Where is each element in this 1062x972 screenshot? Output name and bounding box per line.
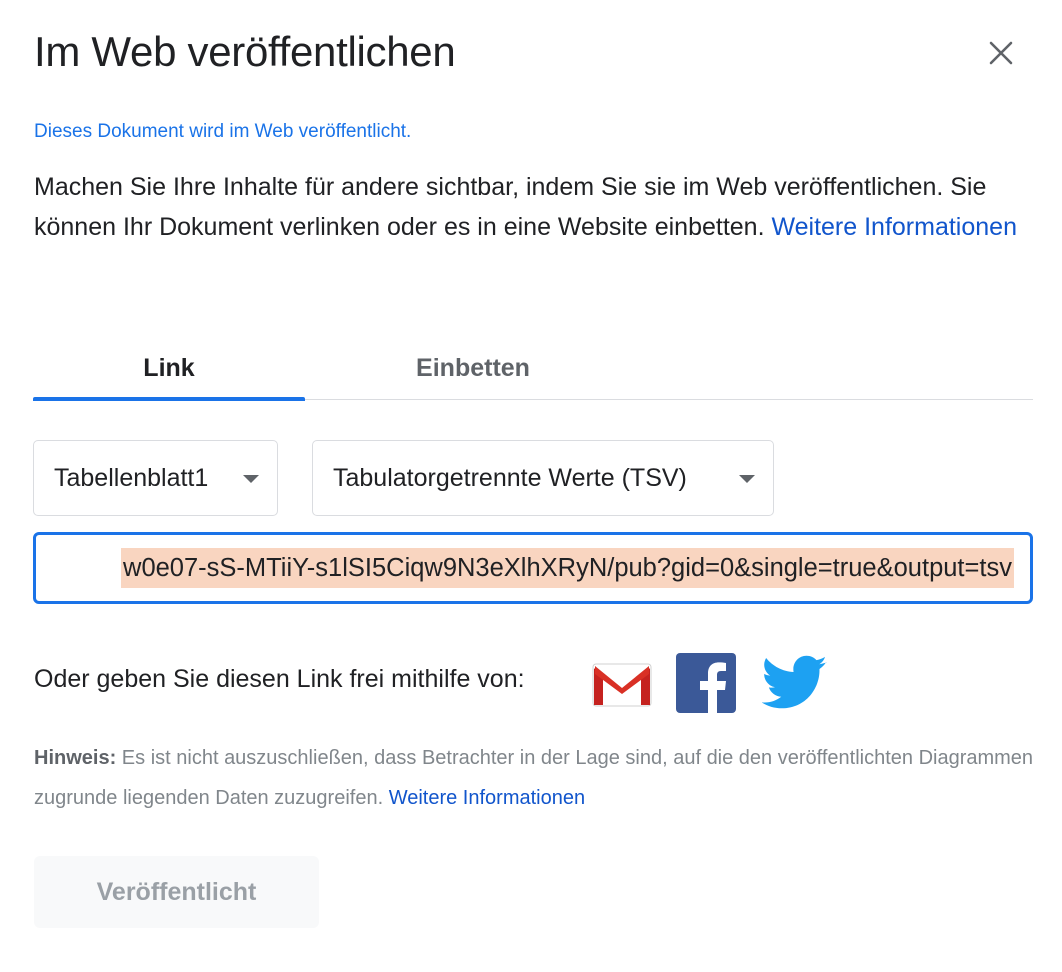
sheet-select-value: Tabellenblatt1 [54, 463, 209, 492]
format-select-value: Tabulatorgetrennte Werte (TSV) [333, 463, 687, 492]
tab-bar: Link Einbetten [33, 338, 1033, 401]
gmail-icon[interactable] [591, 660, 653, 708]
tab-link-label: Link [143, 354, 195, 382]
published-url-field[interactable]: w0e07-sS-MTiiY-s1lSI5Ciqw9N3eXlhXRyN/pub… [33, 532, 1033, 604]
share-label: Oder geben Sie diesen Link frei mithilfe… [34, 665, 525, 693]
close-icon [989, 41, 1013, 65]
tab-link[interactable]: Link [33, 338, 305, 399]
facebook-icon[interactable] [676, 653, 736, 713]
note-text: Hinweis: Es ist nicht auszuschließen, da… [34, 739, 1034, 818]
chevron-down-icon [739, 475, 755, 483]
published-url-text: w0e07-sS-MTiiY-s1lSI5Ciqw9N3eXlhXRyN/pub… [121, 548, 1014, 588]
tab-embed-label: Einbetten [416, 354, 530, 382]
published-button-label: Veröffentlicht [96, 877, 257, 906]
publish-dialog: Im Web veröffentlichen Dieses Dokument w… [0, 0, 1062, 972]
note-prefix: Hinweis: [34, 747, 117, 769]
active-tab-indicator [33, 397, 305, 401]
learn-more-link[interactable]: Weitere Informationen [771, 213, 1017, 241]
close-button[interactable] [980, 32, 1022, 74]
format-select[interactable]: Tabulatorgetrennte Werte (TSV) [312, 440, 774, 516]
publish-status: Dieses Dokument wird im Web veröffentlic… [34, 121, 412, 142]
sheet-select[interactable]: Tabellenblatt1 [33, 440, 278, 516]
twitter-icon[interactable] [761, 655, 828, 711]
note-learn-more-link[interactable]: Weitere Informationen [389, 787, 585, 809]
published-button[interactable]: Veröffentlicht [34, 856, 319, 928]
chevron-down-icon [243, 475, 259, 483]
dialog-description: Machen Sie Ihre Inhalte für andere sicht… [34, 168, 1024, 247]
tab-embed[interactable]: Einbetten [335, 338, 611, 399]
dialog-title: Im Web veröffentlichen [34, 28, 456, 75]
